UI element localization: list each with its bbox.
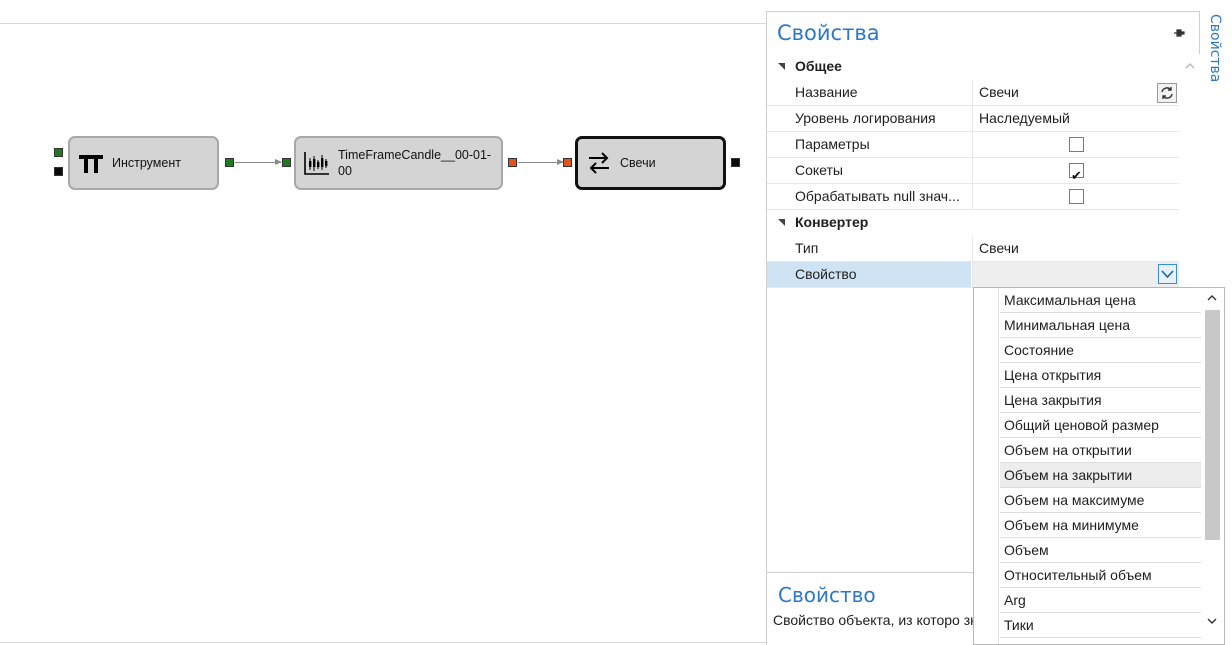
property-value-cell: ✔ — [972, 158, 1179, 183]
property-label: Обрабатывать null знач... — [795, 188, 960, 204]
category-general[interactable]: Общее — [767, 54, 1179, 80]
property-value-name[interactable]: Свечи — [972, 80, 1179, 105]
side-tab-properties[interactable]: Свойства — [1205, 14, 1227, 94]
dropdown-option[interactable]: Объем на максимуме — [1000, 488, 1201, 513]
property-label: Свойство — [767, 262, 971, 287]
dropdown-option[interactable]: Минимальная цена — [1000, 313, 1201, 338]
pi-icon — [76, 148, 106, 178]
scroll-up-icon[interactable] — [1206, 292, 1218, 304]
dropdown-option[interactable]: Состояние — [1000, 338, 1201, 363]
node-instrument-input-socket-green[interactable] — [54, 148, 63, 157]
property-value-type[interactable]: Свечи — [972, 236, 1179, 261]
candlestick-chart-icon — [302, 148, 332, 178]
scrollbar-thumb[interactable] — [1205, 310, 1220, 540]
dropdown-option[interactable]: Относительный объем — [1000, 563, 1201, 588]
property-grid: Общее Название Свечи Уровень логирования… — [767, 54, 1179, 288]
node-instrument-output-socket[interactable] — [225, 158, 234, 167]
side-tab-label: Свойства — [1207, 14, 1223, 83]
node-timeframe-label: TimeFrameCandle__00-01-00 — [338, 148, 492, 178]
property-value-property-combobox[interactable] — [972, 262, 1179, 287]
pin-icon[interactable] — [1173, 26, 1185, 38]
node-instrument-input-socket-black[interactable] — [54, 167, 63, 176]
node-candles-input-socket[interactable] — [563, 158, 572, 167]
parameters-checkbox[interactable] — [1069, 137, 1084, 152]
property-value-log-level[interactable]: Наследуемый — [972, 106, 1179, 131]
connection-wire — [518, 159, 564, 165]
node-candles-converter[interactable]: Свечи — [575, 136, 726, 190]
property-dropdown-list[interactable]: Максимальная цена Минимальная цена Состо… — [973, 287, 1225, 645]
node-timeframe-candle[interactable]: TimeFrameCandle__00-01-00 — [294, 136, 503, 190]
node-timeframe-output-socket[interactable] — [508, 158, 517, 167]
node-instrument-label: Инструмент — [112, 156, 181, 170]
dropdown-option[interactable]: Цена закрытия — [1000, 388, 1201, 413]
panel-title: Свойства — [777, 21, 880, 45]
canvas-top-divider — [0, 23, 766, 24]
property-row-name[interactable]: Название Свечи — [767, 80, 1179, 106]
list-gutter — [974, 288, 999, 644]
dropdown-option[interactable]: Объем на открытии — [1000, 438, 1201, 463]
property-row-sockets[interactable]: Сокеты ✔ — [767, 158, 1179, 184]
category-label: Конвертер — [795, 214, 869, 230]
property-row-parameters[interactable]: Параметры — [767, 132, 1179, 158]
property-row-type[interactable]: Тип Свечи — [767, 236, 1179, 262]
dropdown-scrollbar[interactable] — [1201, 288, 1224, 644]
node-candles-output-socket[interactable] — [731, 158, 740, 167]
description-title: Свойство — [778, 583, 876, 607]
property-label: Сокеты — [795, 162, 843, 178]
canvas-bottom-divider — [0, 642, 766, 643]
category-converter[interactable]: Конвертер — [767, 210, 1179, 236]
name-value: Свечи — [979, 84, 1019, 100]
property-value-cell — [972, 132, 1179, 157]
dropdown-option[interactable]: Цена открытия — [1000, 363, 1201, 388]
dropdown-option-highlighted[interactable]: Объем на закрытии — [1000, 463, 1201, 488]
scroll-up-icon[interactable] — [1184, 60, 1196, 72]
dropdown-option[interactable]: Общий ценовой размер — [1000, 413, 1201, 438]
node-instrument[interactable]: Инструмент — [68, 136, 219, 190]
diagram-canvas[interactable]: Инструмент TimeFrameCandle__00-01-00 Све… — [0, 0, 766, 645]
property-label: Тип — [795, 240, 819, 256]
node-timeframe-input-socket[interactable] — [282, 158, 291, 167]
property-label: Параметры — [795, 136, 870, 152]
chevron-down-icon[interactable] — [1158, 264, 1177, 284]
handle-null-checkbox[interactable] — [1069, 189, 1084, 204]
scroll-down-icon[interactable] — [1206, 615, 1218, 627]
property-row-log-level[interactable]: Уровень логирования Наследуемый — [767, 106, 1179, 132]
dropdown-option[interactable]: Arg — [1000, 588, 1201, 613]
property-label: Уровень логирования — [795, 110, 936, 126]
property-row-handle-null[interactable]: Обрабатывать null знач... — [767, 184, 1179, 210]
connection-wire — [235, 159, 282, 165]
dropdown-option[interactable]: Объем — [1000, 538, 1201, 563]
category-label: Общее — [795, 58, 842, 74]
dropdown-option[interactable]: Тики — [1000, 613, 1201, 638]
sockets-checkbox[interactable]: ✔ — [1069, 163, 1084, 183]
dropdown-option[interactable]: Максимальная цена — [1000, 288, 1201, 313]
convert-arrows-icon — [584, 148, 614, 178]
property-label: Название — [795, 84, 858, 100]
node-candles-label: Свечи — [620, 156, 656, 170]
property-row-property[interactable]: Свойство — [767, 262, 1179, 288]
refresh-icon[interactable] — [1157, 83, 1177, 103]
property-value-cell — [972, 184, 1179, 209]
dropdown-option[interactable]: Объем на минимуме — [1000, 513, 1201, 538]
